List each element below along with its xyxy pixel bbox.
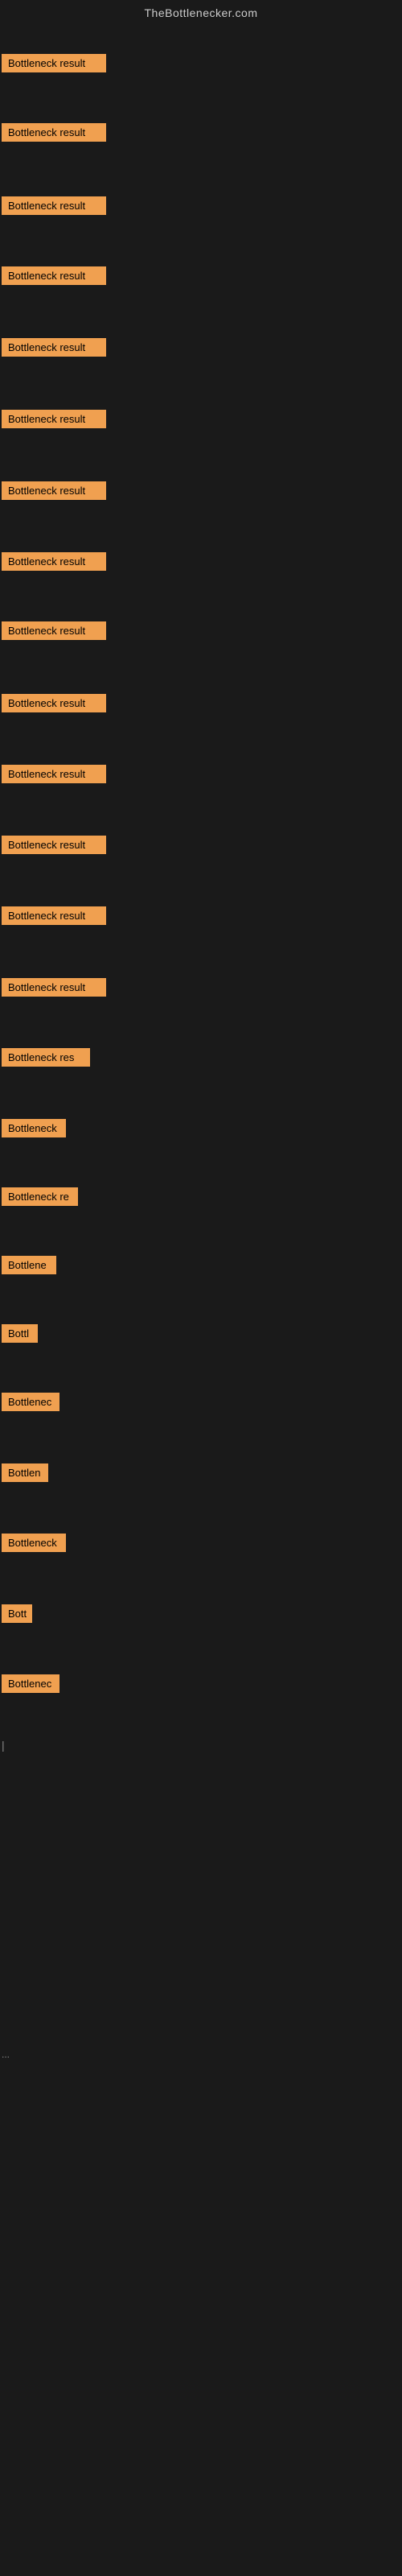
bottleneck-item[interactable]: Bottleneck res (2, 1048, 90, 1067)
bottleneck-item[interactable]: Bottlenec (2, 1674, 59, 1693)
bottleneck-item[interactable]: Bottleneck result (2, 552, 106, 571)
bottleneck-item[interactable]: Bottleneck result (2, 54, 106, 72)
bottleneck-item[interactable]: Bottleneck result (2, 621, 106, 640)
bottleneck-item[interactable]: Bottleneck result (2, 266, 106, 285)
bottleneck-item[interactable]: Bottleneck result (2, 481, 106, 500)
bottleneck-item[interactable]: Bottleneck result (2, 694, 106, 712)
indicator-line: | (2, 1739, 5, 1752)
bottleneck-item[interactable]: Bottleneck result (2, 410, 106, 428)
bottleneck-item[interactable]: Bott (2, 1604, 32, 1623)
bottleneck-item[interactable]: Bottlenec (2, 1393, 59, 1411)
bottleneck-item[interactable]: Bottleneck result (2, 196, 106, 215)
bottleneck-item[interactable]: Bottleneck result (2, 338, 106, 357)
bottleneck-item[interactable]: Bottlen (2, 1463, 48, 1482)
bottleneck-item[interactable]: Bottleneck result (2, 765, 106, 783)
bottleneck-item[interactable]: Bottleneck result (2, 836, 106, 854)
bottleneck-item[interactable]: Bottleneck re (2, 1187, 78, 1206)
bottleneck-item[interactable]: Bottleneck (2, 1534, 66, 1552)
bottleneck-item[interactable]: Bottleneck result (2, 978, 106, 997)
site-title-container: TheBottlenecker.com (0, 0, 402, 24)
bottleneck-item[interactable]: Bottleneck (2, 1119, 66, 1137)
bottleneck-item[interactable]: Bottlene (2, 1256, 56, 1274)
bottleneck-item[interactable]: Bottl (2, 1324, 38, 1343)
bottleneck-item[interactable]: Bottleneck result (2, 906, 106, 925)
ellipsis-indicator: ... (2, 2049, 10, 2060)
site-title: TheBottlenecker.com (144, 2, 257, 24)
bottleneck-item[interactable]: Bottleneck result (2, 123, 106, 142)
